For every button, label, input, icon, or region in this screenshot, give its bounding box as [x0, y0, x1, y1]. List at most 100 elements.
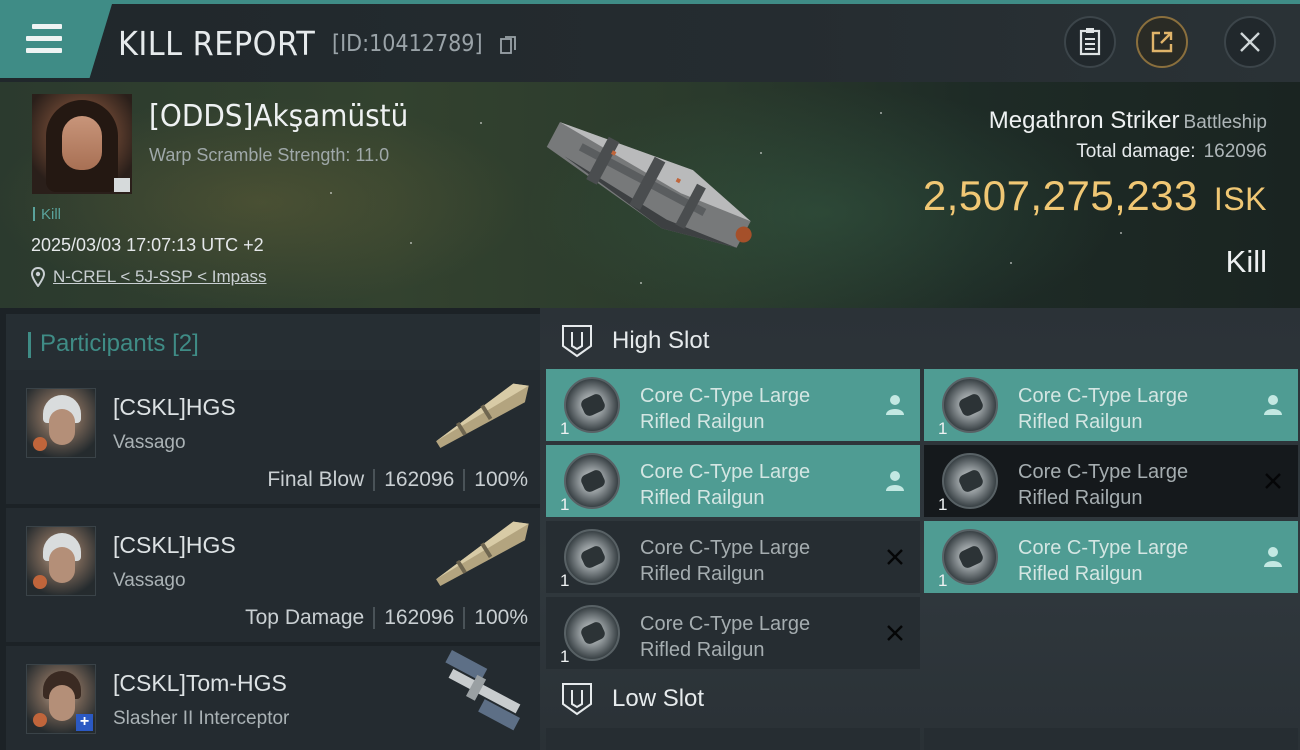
module-quantity: 1	[560, 647, 570, 666]
participant-row[interactable]: [CSKL]HGS Vassago Final Blow 162096 100%	[6, 370, 540, 504]
module-item[interactable]: 1 Core C-Type Large Rifled Railgun	[546, 445, 920, 517]
menu-icon	[26, 24, 62, 54]
participants-title: Participants	[40, 330, 166, 357]
copy-icon[interactable]	[500, 35, 516, 55]
high-slot-header: High Slot	[560, 324, 709, 358]
participant-ship: Slasher II Interceptor	[113, 708, 290, 729]
participant-row[interactable]: + [CSKL]Tom-HGS Slasher II Interceptor	[6, 646, 540, 750]
railgun-icon	[942, 453, 998, 509]
low-slot-header: Low Slot	[560, 682, 704, 716]
header-bar: KILL REPORT [ID:10412789]	[0, 0, 1300, 82]
victim-ship-image[interactable]	[530, 92, 770, 282]
participant-stats: Top Damage 162096 100%	[245, 606, 528, 630]
menu-button[interactable]	[0, 4, 112, 78]
module-name-line2: Rifled Railgun	[640, 563, 765, 585]
participant-percent: 100%	[474, 468, 528, 491]
portrait-menu-badge	[114, 178, 130, 192]
avatar[interactable]	[26, 388, 96, 458]
module-quantity: 1	[938, 495, 948, 514]
railgun-icon	[564, 529, 620, 585]
avatar[interactable]: +	[26, 664, 96, 734]
module-quantity: 1	[938, 419, 948, 438]
participant-role: Final Blow	[267, 468, 365, 491]
fitting-panel: High Slot 1 Core C-Type Large Rifled Rail…	[540, 308, 1300, 750]
module-name-line2: Rifled Railgun	[640, 411, 765, 433]
clipboard-icon	[1079, 28, 1101, 56]
shield-slot-icon	[562, 683, 592, 716]
clipboard-button[interactable]	[1064, 16, 1116, 68]
participant-ship-image	[436, 521, 529, 587]
kill-tag: Kill	[33, 206, 61, 223]
module-name-line2: Rifled Railgun	[640, 639, 765, 661]
close-icon	[1240, 32, 1260, 52]
share-button[interactable]	[1136, 16, 1188, 68]
railgun-icon	[564, 453, 620, 509]
participant-damage: 162096	[384, 468, 455, 491]
railgun-icon	[942, 529, 998, 585]
module-name-line2: Rifled Railgun	[640, 487, 765, 509]
module-name-line2: Rifled Railgun	[1018, 487, 1143, 509]
module-name-line1: Core C-Type Large	[640, 613, 811, 635]
participant-name: [CSKL]HGS	[113, 532, 236, 558]
module-name-line1: Core C-Type Large	[640, 537, 811, 559]
module-item[interactable]: 1 Core C-Type Large Rifled Railgun	[546, 369, 920, 441]
module-name-line1: Core C-Type Large	[1018, 537, 1189, 559]
victim-name[interactable]: [ODDS]Akşamüstü	[149, 99, 408, 134]
module-name-line1: Core C-Type Large	[640, 461, 811, 483]
module-name-line2: Rifled Railgun	[1018, 411, 1143, 433]
kill-datetime: 2025/03/03 17:07:13 UTC +2	[31, 235, 264, 255]
module-item[interactable]: 1 Core C-Type Large Rifled Railgun	[546, 597, 920, 669]
module-name-line1: Core C-Type Large	[1018, 461, 1189, 483]
close-button[interactable]	[1224, 16, 1276, 68]
shield-slot-icon	[562, 325, 592, 358]
header-accent-line	[0, 0, 1300, 4]
low-slot-module-partial[interactable]	[546, 728, 920, 750]
low-slot-module-partial[interactable]	[924, 728, 1298, 750]
participant-percent: 100%	[474, 606, 528, 629]
module-quantity: 1	[560, 419, 570, 438]
railgun-icon	[942, 377, 998, 433]
participants-panel: Participants [2] [CSKL]HGS Vassago Final…	[0, 308, 540, 750]
module-quantity: 1	[938, 571, 948, 590]
participant-ship-image	[445, 650, 521, 731]
victim-ship-name: Megathron Striker Battleship	[988, 107, 1267, 134]
person-icon	[1264, 547, 1282, 567]
avatar[interactable]	[26, 526, 96, 596]
isk-unit: ISK	[1213, 181, 1267, 217]
participant-ship-image	[436, 383, 529, 449]
high-slot-title: High Slot	[612, 327, 710, 354]
module-item[interactable]: 1 Core C-Type Large Rifled Railgun	[924, 521, 1298, 593]
victim-portrait[interactable]	[32, 94, 132, 194]
module-item[interactable]: 1 Core C-Type Large Rifled Railgun	[924, 369, 1298, 441]
module-name-line1: Core C-Type Large	[640, 385, 811, 407]
participant-ship: Vassago	[113, 432, 186, 453]
x-mark-icon	[1265, 473, 1281, 489]
location-pin-icon	[31, 267, 45, 287]
page-title: KILL REPORT	[118, 24, 316, 63]
plus-icon: +	[76, 714, 93, 731]
person-icon	[1264, 395, 1282, 415]
location-link[interactable]: N-CREL < 5J-SSP < Impass	[53, 267, 267, 287]
victim-banner: [ODDS]Akşamüstü Warp Scramble Strength: …	[0, 82, 1300, 308]
module-quantity: 1	[560, 495, 570, 514]
isk-value: 2,507,275,233 ISK	[922, 172, 1267, 219]
person-icon	[886, 395, 904, 415]
participant-role: Top Damage	[245, 606, 365, 629]
low-slot-title: Low Slot	[612, 685, 705, 712]
railgun-icon	[564, 377, 620, 433]
result-label: Kill	[1225, 244, 1267, 279]
x-mark-icon	[887, 549, 903, 565]
participant-name: [CSKL]Tom-HGS	[113, 670, 287, 696]
participant-row[interactable]: [CSKL]HGS Vassago Top Damage 162096 100%	[6, 508, 540, 642]
warp-scramble-strength: Warp Scramble Strength: 11.0	[149, 145, 390, 165]
total-damage-value: 162096	[1203, 141, 1267, 162]
x-mark-icon	[887, 625, 903, 641]
module-name-line1: Core C-Type Large	[1018, 385, 1189, 407]
person-icon	[886, 471, 904, 491]
share-icon	[1151, 31, 1173, 53]
participants-header[interactable]: Participants [2]	[6, 314, 540, 372]
module-item[interactable]: 1 Core C-Type Large Rifled Railgun	[924, 445, 1298, 517]
participant-ship: Vassago	[113, 570, 186, 591]
module-item[interactable]: 1 Core C-Type Large Rifled Railgun	[546, 521, 920, 593]
kill-location[interactable]: N-CREL < 5J-SSP < Impass	[31, 267, 267, 287]
